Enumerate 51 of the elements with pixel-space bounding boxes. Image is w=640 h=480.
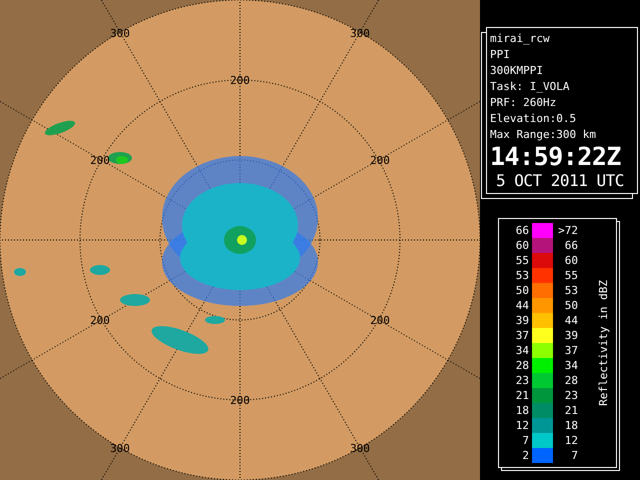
legend-low-value: 23	[514, 373, 529, 388]
legend-high-value: 50	[564, 298, 578, 313]
legend-high-value: 23	[564, 388, 578, 403]
legend-high-value: >72	[557, 223, 578, 238]
legend-high-value: 44	[564, 313, 578, 328]
legend-high-value: 21	[564, 403, 578, 418]
legend-high-value: 66	[564, 238, 578, 253]
legend-low-value: 12	[514, 418, 529, 433]
legend-low-value: 50	[514, 283, 529, 298]
legend-low-value: 34	[514, 343, 529, 358]
legend-low-value: 60	[514, 238, 529, 253]
range-label: 300	[350, 442, 370, 456]
legend-title: Reflectivity in dBZ	[597, 280, 610, 406]
legend-low-value: 39	[514, 313, 529, 328]
legend-low-value: 53	[514, 268, 529, 283]
info-line: 300KMPPI	[490, 63, 544, 79]
range-label: 300	[110, 27, 130, 40]
legend-high-value: 37	[564, 343, 578, 358]
range-label: 200	[90, 314, 110, 328]
info-line: Task: I_VOLA	[490, 79, 570, 95]
range-label: 200	[230, 74, 250, 88]
info-line: mirai_rcw	[490, 31, 551, 47]
legend-low-value: 2	[521, 448, 529, 463]
legend-high-value: 18	[564, 418, 578, 433]
legend-high-value: 7	[570, 448, 578, 463]
time-text: 14:59:22Z	[490, 143, 622, 171]
legend-low-value: 18	[514, 403, 529, 418]
range-label: 200	[90, 154, 110, 168]
info-line: Elevation:0.5	[490, 111, 578, 127]
range-label: 300	[110, 442, 130, 456]
legend-high-value: 60	[564, 253, 578, 268]
legend-low-value: 66	[514, 223, 529, 238]
range-label: 200	[370, 154, 390, 168]
legend-low-value: 44	[514, 298, 529, 313]
legend-low-value: 21	[514, 388, 529, 403]
legend-high-value: 53	[564, 283, 578, 298]
info-line: PPI	[490, 47, 511, 63]
legend-high-value: 28	[564, 373, 578, 388]
legend-high-value: 55	[564, 268, 578, 283]
legend-low-value: 7	[521, 433, 529, 448]
legend-low-value: 37	[514, 328, 529, 343]
range-label: 200	[230, 394, 250, 408]
legend-low-value: 55	[514, 253, 529, 268]
info-line: Max Range:300 km	[490, 127, 597, 143]
legend-high-value: 12	[564, 433, 578, 448]
range-label: 200	[370, 314, 390, 328]
info-line: PRF: 260Hz	[490, 95, 558, 111]
date-text: 5 OCT 2011 UTC	[495, 171, 625, 191]
legend-low-value: 28	[514, 358, 529, 373]
legend-high-value: 34	[564, 358, 578, 373]
legend-high-value: 39	[564, 328, 578, 343]
